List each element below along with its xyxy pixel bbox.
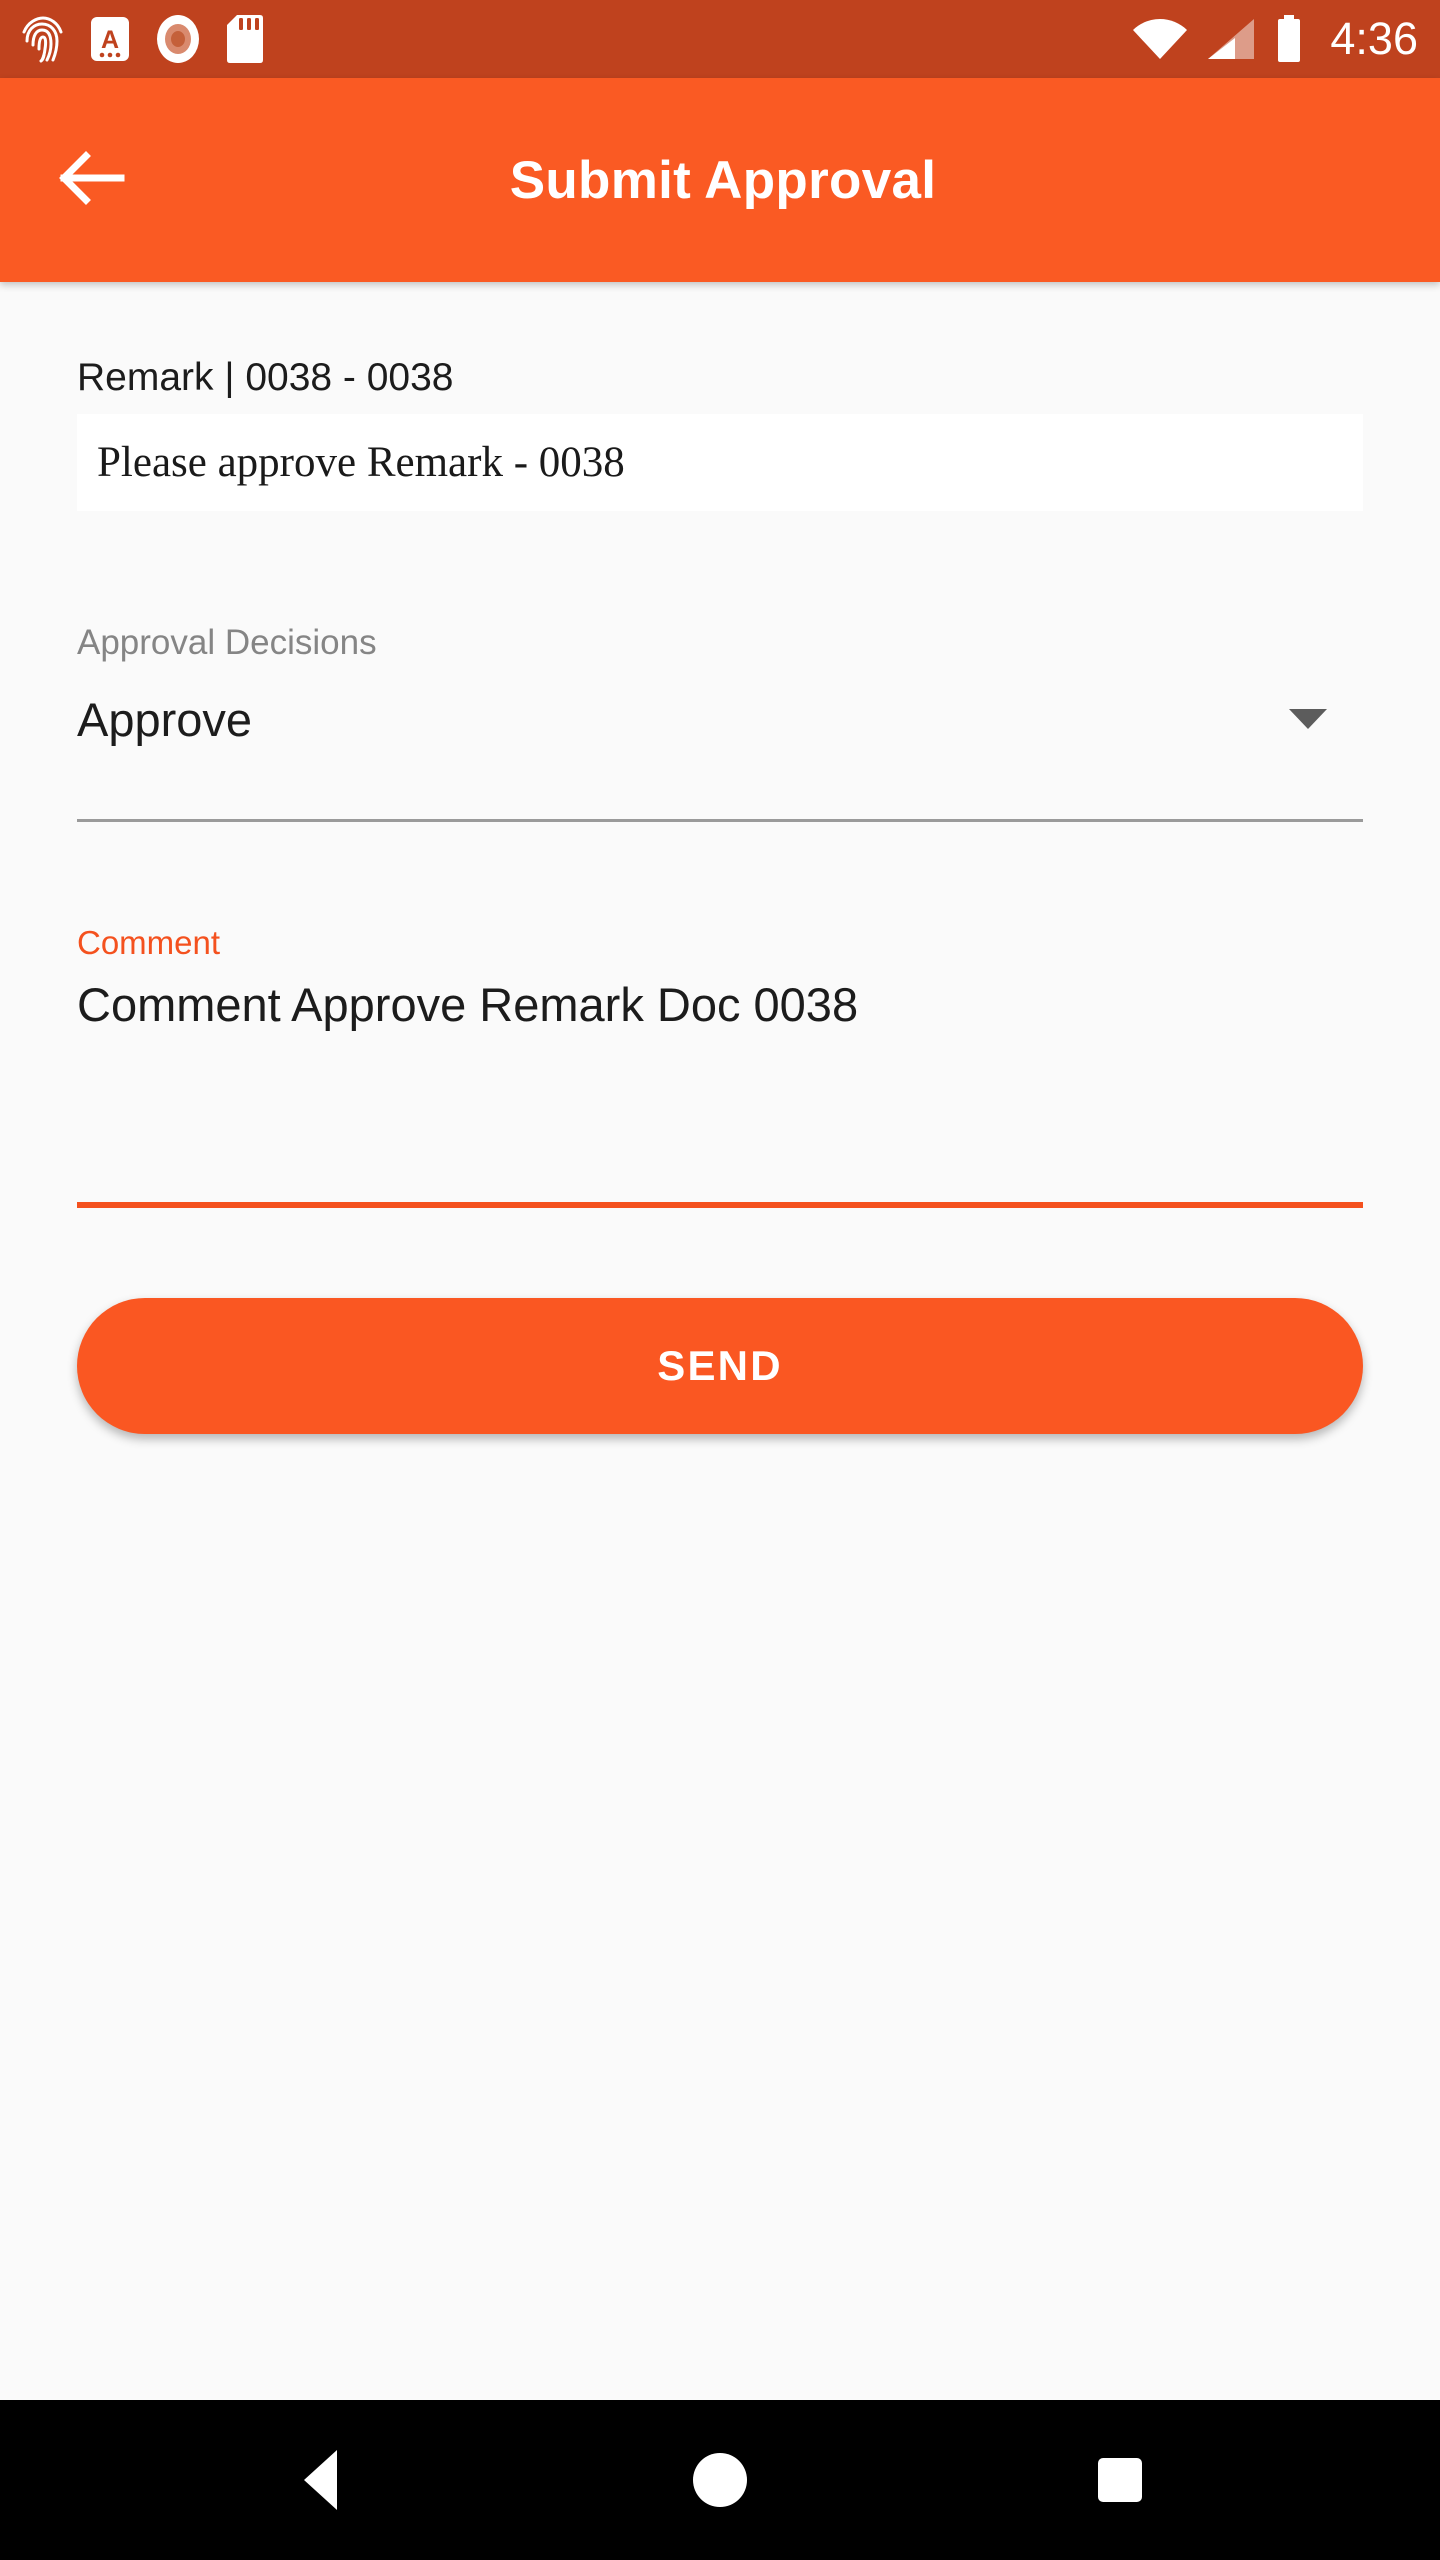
status-bar-clock: 4:36	[1330, 13, 1418, 64]
battery-icon	[1274, 15, 1304, 63]
comment-input[interactable]: Comment Approve Remark Doc 0038	[77, 978, 1363, 1032]
status-bar-right-icons: 4:36	[1132, 13, 1418, 65]
letter-a-badge-icon: A	[90, 15, 130, 63]
nav-home-button[interactable]	[660, 2420, 780, 2540]
comment-label: Comment	[77, 924, 221, 961]
approval-decisions-label: Approval Decisions	[77, 623, 377, 662]
approval-decisions-field-group: Approval Decisions Approve	[77, 511, 1363, 822]
remark-field-group: Remark | 0038 - 0038 Please approve Rema…	[77, 282, 1363, 511]
back-button[interactable]	[46, 134, 138, 226]
nav-back-button[interactable]	[260, 2420, 380, 2540]
wifi-icon	[1132, 17, 1188, 61]
record-circle-icon	[156, 14, 200, 64]
status-bar-left-icons: A	[20, 14, 264, 64]
arrow-left-icon	[59, 150, 125, 211]
chevron-down-icon	[1289, 709, 1327, 729]
approval-decisions-select[interactable]: Approve	[77, 681, 1363, 757]
circle-icon	[693, 2453, 747, 2507]
nav-recents-button[interactable]	[1060, 2420, 1180, 2540]
app-bar: Submit Approval	[0, 78, 1440, 282]
sd-card-icon	[226, 14, 264, 64]
form-content: Remark | 0038 - 0038 Please approve Rema…	[0, 282, 1440, 2400]
remark-value: Please approve Remark - 0038	[97, 439, 625, 486]
square-icon	[1098, 2458, 1142, 2502]
send-button[interactable]: SEND	[77, 1298, 1363, 1435]
page-title: Submit Approval	[509, 150, 937, 210]
approval-decisions-value: Approve	[77, 692, 253, 746]
comment-underline-focused	[77, 1202, 1363, 1209]
cellular-signal-icon	[1206, 17, 1256, 61]
triangle-left-icon	[303, 2450, 337, 2510]
remark-label: Remark | 0038 - 0038	[77, 356, 454, 399]
remark-value-box[interactable]: Please approve Remark - 0038	[77, 414, 1363, 511]
svg-text:A: A	[101, 26, 119, 54]
fingerprint-icon	[20, 15, 64, 63]
android-navigation-bar	[0, 2400, 1440, 2560]
status-bar: A 4:36	[0, 0, 1440, 78]
comment-field-group: Comment Comment Approve Remark Doc 0038	[77, 822, 1363, 1209]
phone-screen: A 4:36 Submit Approval Remark | 0038 - 0…	[0, 0, 1440, 2560]
